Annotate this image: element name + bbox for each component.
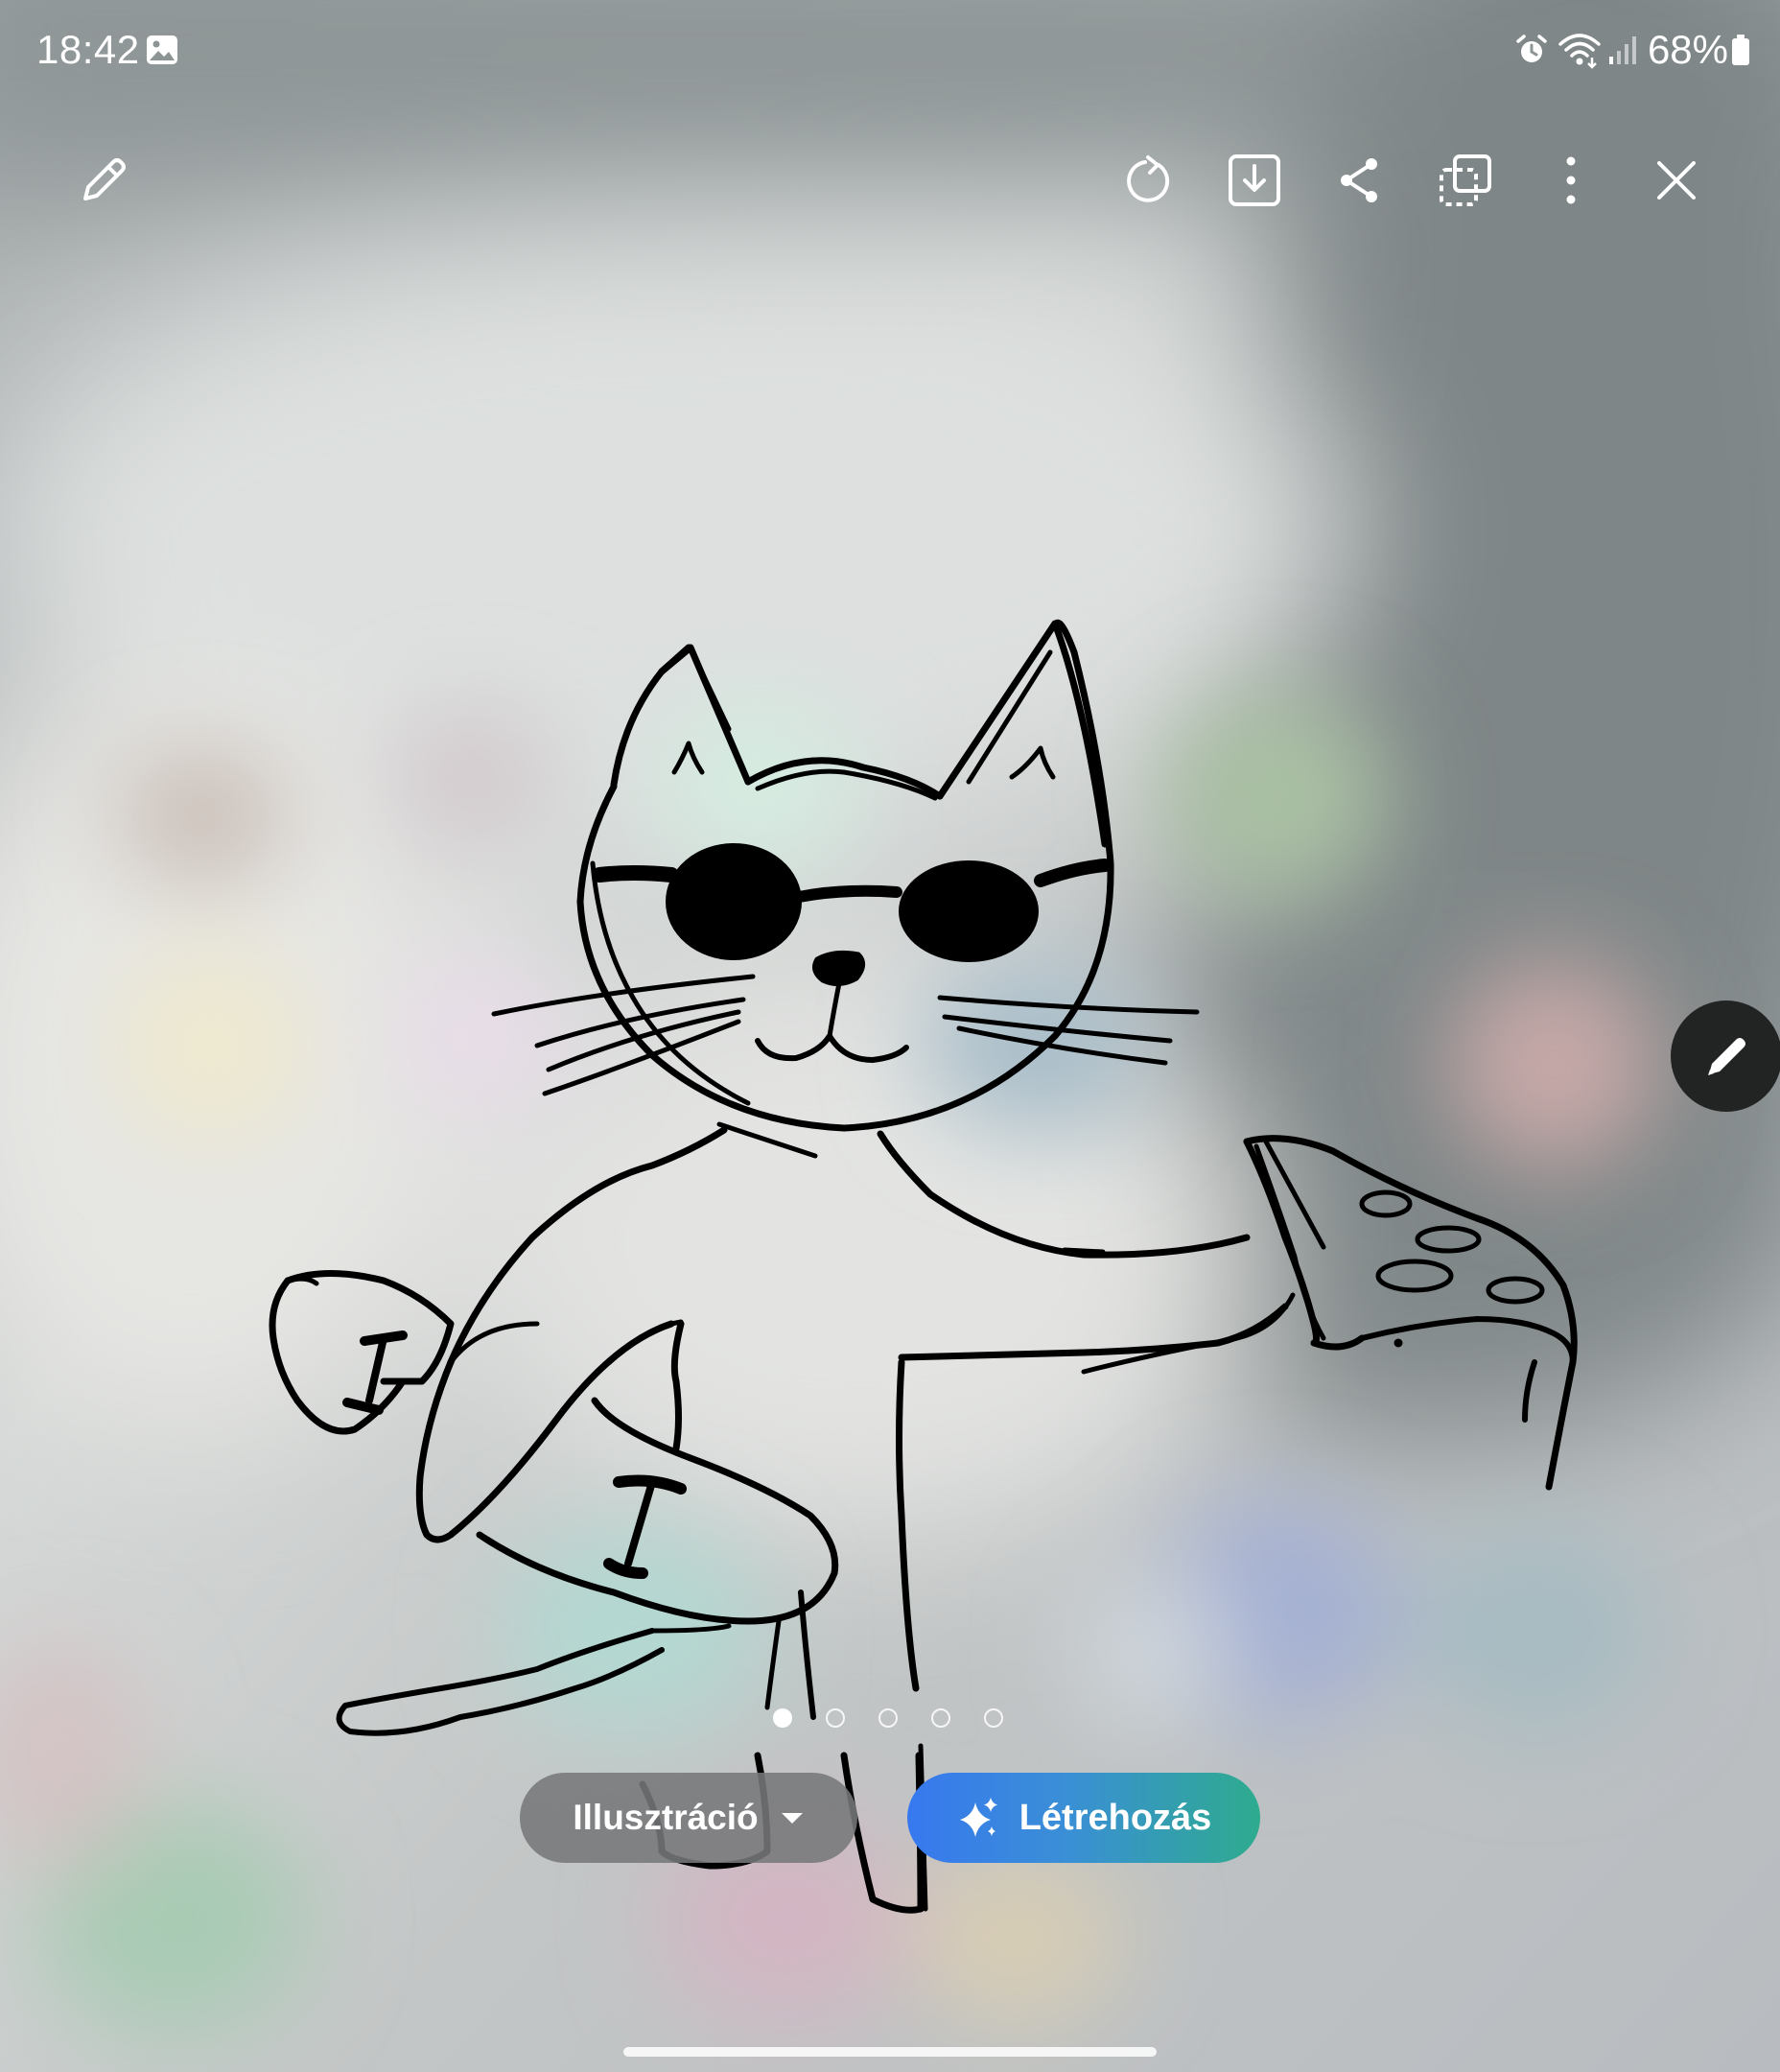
close-button[interactable] — [1638, 142, 1715, 219]
page-dot-4[interactable] — [931, 1708, 950, 1728]
page-dot-1[interactable] — [773, 1708, 792, 1728]
close-icon — [1657, 161, 1696, 200]
copy-icon — [1440, 154, 1491, 206]
save-button[interactable] — [1216, 142, 1293, 219]
create-button[interactable]: Létrehozás — [907, 1773, 1260, 1863]
more-options-button[interactable] — [1533, 142, 1609, 219]
drawing-assist-screen: 18:42 68% Illusztráció Létrehozás — [0, 0, 1780, 2072]
page-indicator — [773, 1706, 1003, 1731]
status-bar: 18:42 68% — [0, 0, 1780, 100]
share-button[interactable] — [1322, 142, 1398, 219]
redo-button[interactable] — [1111, 142, 1187, 219]
pen-icon — [1708, 1038, 1745, 1075]
save-icon — [1229, 154, 1280, 206]
pencil-icon — [83, 158, 126, 200]
page-dot-5[interactable] — [984, 1708, 1003, 1728]
signal-icon — [1608, 36, 1636, 64]
copy-button[interactable] — [1427, 142, 1504, 219]
more-icon — [1566, 156, 1576, 204]
share-icon — [1341, 158, 1377, 202]
edit-button[interactable] — [65, 142, 142, 219]
create-button-label: Létrehozás — [1019, 1797, 1212, 1838]
alarm-icon — [1516, 35, 1547, 62]
wifi-icon — [1558, 34, 1601, 69]
style-dropdown-label: Illusztráció — [573, 1798, 759, 1837]
dropdown-arrow-icon — [781, 1813, 803, 1824]
page-dot-3[interactable] — [878, 1708, 898, 1728]
style-dropdown[interactable]: Illusztráció — [520, 1773, 857, 1863]
battery-icon — [1732, 35, 1749, 65]
home-indicator[interactable] — [623, 2047, 1157, 2057]
battery-percent: 68% — [1647, 27, 1728, 72]
page-dot-2[interactable] — [826, 1708, 845, 1728]
status-time: 18:42 — [36, 27, 140, 72]
sparkle-icon — [959, 1798, 997, 1837]
drawing-pen-button[interactable] — [1671, 1001, 1780, 1112]
blurred-background — [0, 0, 1780, 2072]
gallery-icon — [147, 35, 177, 64]
redo-icon — [1127, 155, 1170, 202]
status-icons: 68% — [1515, 23, 1751, 77]
